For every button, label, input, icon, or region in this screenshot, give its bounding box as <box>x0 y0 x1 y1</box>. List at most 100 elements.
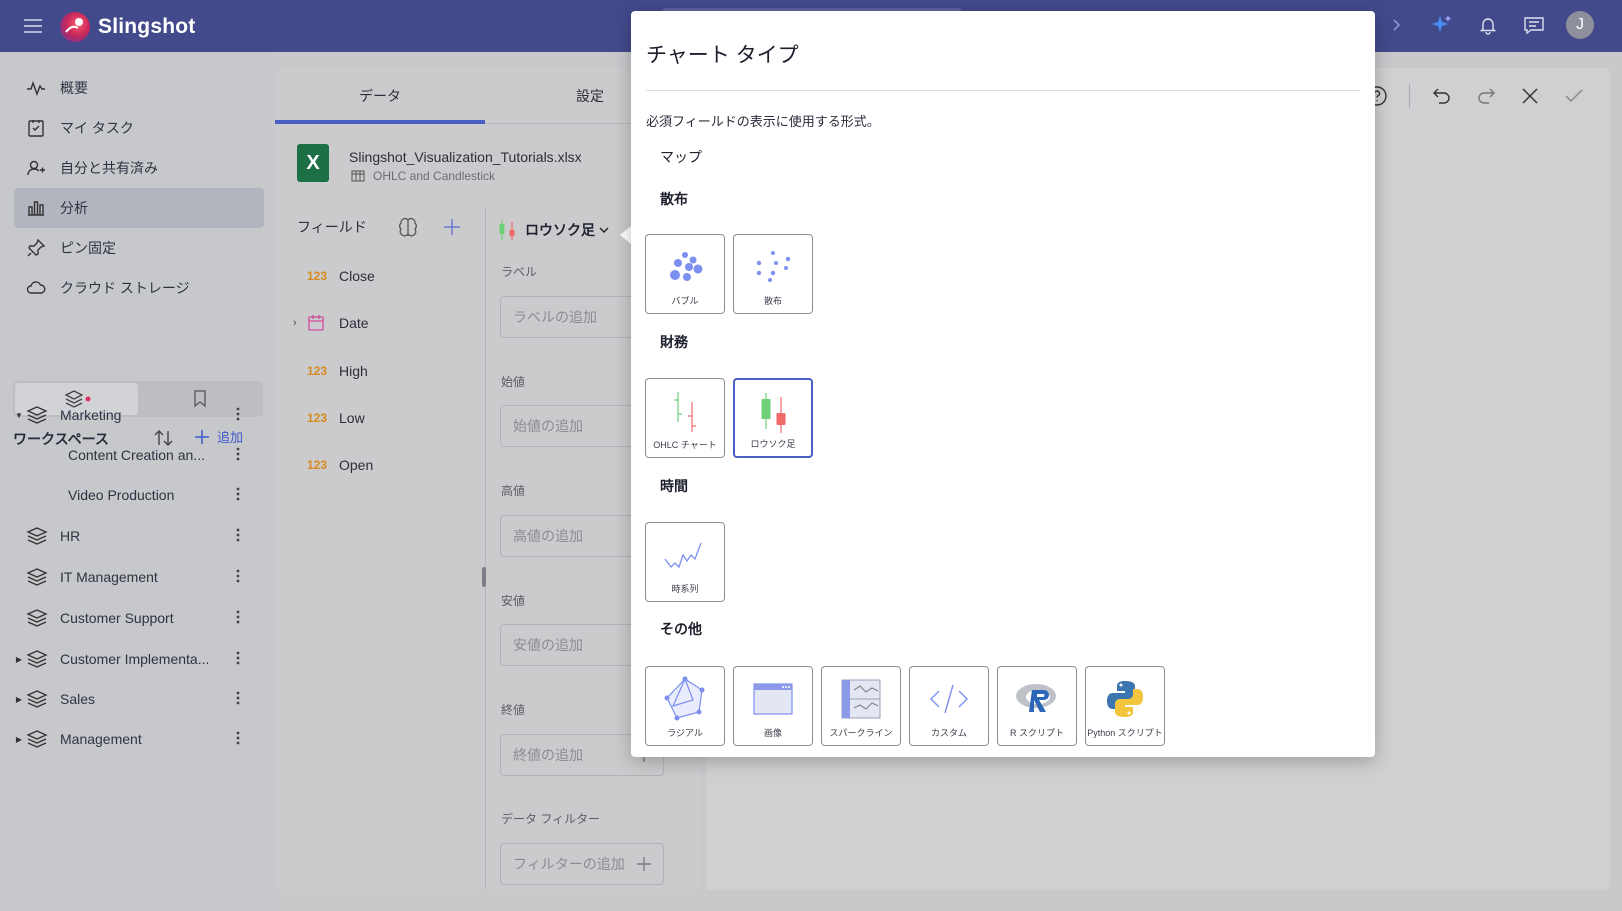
more-options-icon[interactable] <box>236 568 240 584</box>
pin-icon <box>27 238 46 257</box>
top-actions: J <box>1382 11 1594 39</box>
nav-pinned[interactable]: ピン固定 <box>14 228 264 268</box>
app-logo[interactable]: Slingshot <box>60 12 195 42</box>
hamburger-menu-icon[interactable] <box>22 17 44 35</box>
field-item[interactable]: 123 High <box>307 356 368 386</box>
slot-placeholder: フィルターの追加 <box>513 856 625 872</box>
collapsed-caret-icon[interactable]: ▶ <box>14 695 24 704</box>
field-item[interactable]: › Date <box>293 308 369 338</box>
chart-tile-sparkline[interactable]: スパークライン <box>821 666 901 746</box>
field-name: Open <box>339 457 374 473</box>
workspace-item[interactable]: IT Management <box>14 560 262 594</box>
cloud-icon <box>26 281 46 294</box>
collapsed-caret-icon[interactable]: ▶ <box>14 655 24 664</box>
workspace-item[interactable]: ▶ Sales <box>14 682 262 716</box>
bell-icon[interactable] <box>1474 11 1502 39</box>
chart-tile-image[interactable]: 画像 <box>733 666 813 746</box>
workspace-item[interactable]: Customer Support <box>14 601 262 635</box>
group-finance-title: 財務 <box>660 334 688 350</box>
image-chart-icon <box>734 675 812 723</box>
workspace-item[interactable]: ▶ Management <box>14 722 262 756</box>
field-item[interactable]: 123 Close <box>307 261 375 291</box>
filter-drop-zone[interactable]: フィルターの追加 <box>500 843 664 885</box>
nav-shared-with-me[interactable]: 自分と共有済み <box>14 148 264 188</box>
field-name: Low <box>339 410 365 426</box>
workspace-item[interactable]: ▼ Marketing <box>14 398 262 432</box>
workspace-item[interactable]: Content Creation an... <box>14 438 262 472</box>
chart-tile-timeseries[interactable]: 時系列 <box>645 522 725 602</box>
expanded-caret-icon[interactable]: ▼ <box>14 411 24 420</box>
field-item[interactable]: 123 Low <box>307 403 365 433</box>
radial-chart-icon <box>646 675 724 723</box>
chart-tile-python-script[interactable]: Python スクリプト <box>1085 666 1165 746</box>
ai-sparkle-icon[interactable] <box>1428 11 1456 39</box>
sparkline-chart-icon <box>822 675 900 723</box>
chart-tile-r-script[interactable]: R スクリプト <box>997 666 1077 746</box>
chart-tile-bubble[interactable]: バブル <box>645 234 725 314</box>
more-options-icon[interactable] <box>236 730 240 746</box>
number-type-icon: 123 <box>307 458 328 472</box>
chart-type-selector[interactable]: ロウソク足 <box>495 214 609 246</box>
more-options-icon[interactable] <box>236 446 240 462</box>
group-other-title: その他 <box>660 621 702 637</box>
tile-label: バブル <box>671 296 699 306</box>
confirm-check-icon[interactable] <box>1562 84 1586 108</box>
number-type-icon: 123 <box>307 364 328 378</box>
chart-type-label: ロウソク足 <box>525 222 595 238</box>
layers-icon <box>26 730 48 748</box>
shared-user-icon <box>27 160 45 176</box>
layers-icon <box>26 527 48 545</box>
more-options-icon[interactable] <box>236 527 240 543</box>
data-source-sheet: OHLC and Candlestick <box>351 169 495 183</box>
resize-handle[interactable] <box>482 567 486 587</box>
table-icon <box>351 170 365 182</box>
chart-tile-candlestick-selected[interactable]: ロウソク足 <box>733 378 813 458</box>
tile-label: 散布 <box>763 296 782 306</box>
user-avatar[interactable]: J <box>1566 11 1594 39</box>
nav-my-tasks[interactable]: マイ タスク <box>14 108 264 148</box>
close-icon[interactable] <box>1518 84 1542 108</box>
undo-icon[interactable] <box>1430 84 1454 108</box>
chart-tile-radial[interactable]: ラジアル <box>645 666 725 746</box>
plus-icon[interactable] <box>635 855 653 873</box>
more-options-icon[interactable] <box>236 650 240 666</box>
sidebar: 概要 マイ タスク 自分と共有済み 分析 ピン固定 クラウド ストレージ ワーク… <box>0 52 274 911</box>
nav-label: 自分と共有済み <box>60 160 158 176</box>
slot-label: 終値 <box>501 703 526 717</box>
number-type-icon: 123 <box>307 411 328 425</box>
slot-placeholder: 始値の追加 <box>513 418 583 434</box>
more-options-icon[interactable] <box>236 406 240 422</box>
slot-label: 高値 <box>501 484 526 498</box>
workspace-label: Sales <box>60 691 96 707</box>
more-options-icon[interactable] <box>236 690 240 706</box>
nav-analytics[interactable]: 分析 <box>14 188 264 228</box>
workspace-item[interactable]: ▶ Customer Implementa... <box>14 642 262 676</box>
chat-icon[interactable] <box>1520 11 1548 39</box>
expand-chevron-icon[interactable]: › <box>293 317 297 329</box>
workspace-label: Content Creation an... <box>68 447 205 463</box>
add-field-icon[interactable] <box>441 216 463 238</box>
chevron-right-icon[interactable] <box>1382 11 1410 39</box>
nav-overview[interactable]: 概要 <box>14 68 264 108</box>
chart-tile-scatter[interactable]: 散布 <box>733 234 813 314</box>
workspace-label: Marketing <box>60 407 122 423</box>
workspace-item[interactable]: HR <box>14 519 262 553</box>
workspace-label: Customer Implementa... <box>60 651 210 667</box>
chart-tile-ohlc[interactable]: OHLC チャート <box>645 378 725 458</box>
more-options-icon[interactable] <box>236 486 240 502</box>
tab-data[interactable]: データ <box>275 68 485 124</box>
brain-icon[interactable] <box>397 217 419 239</box>
candlestick-chart-icon <box>735 388 811 436</box>
group-time-title: 時間 <box>660 478 688 494</box>
more-options-icon[interactable] <box>236 609 240 625</box>
workspace-label: IT Management <box>60 569 158 585</box>
nav-cloud-storage[interactable]: クラウド ストレージ <box>14 268 264 308</box>
chart-tile-custom[interactable]: カスタム <box>909 666 989 746</box>
redo-icon[interactable] <box>1474 84 1498 108</box>
collapsed-caret-icon[interactable]: ▶ <box>14 735 24 744</box>
field-name: Close <box>339 268 375 284</box>
tile-label: R スクリプト <box>1009 728 1064 738</box>
field-item[interactable]: 123 Open <box>307 450 373 480</box>
workspace-item[interactable]: Video Production <box>14 478 262 512</box>
calendar-icon <box>307 314 339 332</box>
